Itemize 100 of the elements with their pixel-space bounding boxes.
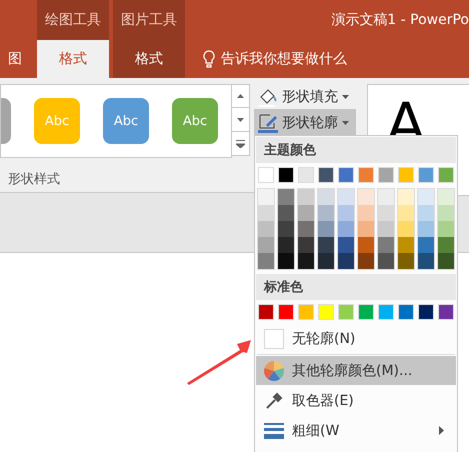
color-swatch[interactable] bbox=[338, 205, 354, 221]
caret-up-icon bbox=[237, 94, 244, 98]
color-swatch[interactable] bbox=[438, 253, 454, 269]
color-swatch[interactable] bbox=[258, 221, 274, 237]
menu-item[interactable]: 无轮廓(N) bbox=[256, 324, 456, 353]
color-swatch[interactable] bbox=[398, 253, 414, 269]
color-swatch[interactable] bbox=[358, 304, 374, 320]
window-title: 演示文稿1 - PowerPo bbox=[330, 11, 469, 29]
color-swatch[interactable] bbox=[318, 237, 334, 253]
color-swatch[interactable] bbox=[398, 189, 414, 205]
ribbon-tab[interactable]: 格式 bbox=[113, 40, 185, 78]
color-swatch[interactable] bbox=[358, 221, 374, 237]
shape-style-swatch[interactable] bbox=[1, 98, 11, 144]
color-swatch[interactable] bbox=[358, 167, 374, 183]
line-weight-icon bbox=[264, 422, 284, 438]
color-swatch[interactable] bbox=[378, 221, 394, 237]
color-swatch[interactable] bbox=[398, 205, 414, 221]
lightbulb-icon bbox=[203, 50, 215, 68]
color-swatch[interactable] bbox=[418, 167, 434, 183]
ribbon-tab[interactable]: 格式 bbox=[37, 40, 109, 78]
color-swatch[interactable] bbox=[338, 237, 354, 253]
color-wheel-icon bbox=[264, 360, 284, 380]
color-swatch[interactable] bbox=[338, 253, 354, 269]
color-swatch[interactable] bbox=[278, 253, 294, 269]
color-swatch[interactable] bbox=[298, 221, 314, 237]
color-swatch[interactable] bbox=[418, 221, 434, 237]
color-swatch[interactable] bbox=[438, 237, 454, 253]
color-swatch[interactable] bbox=[358, 237, 374, 253]
submenu-arrow-icon bbox=[439, 426, 444, 435]
color-swatch[interactable] bbox=[418, 205, 434, 221]
color-swatch[interactable] bbox=[398, 304, 414, 320]
section-header: 主题颜色 bbox=[256, 137, 456, 163]
ribbon-dropdown-button[interactable]: 形状填充 bbox=[254, 84, 356, 109]
scroll-down-button[interactable] bbox=[232, 108, 250, 132]
color-swatch[interactable] bbox=[398, 221, 414, 237]
paint-bucket-icon bbox=[258, 86, 278, 106]
color-swatch[interactable] bbox=[438, 167, 454, 183]
more-button[interactable] bbox=[232, 132, 250, 156]
color-swatch[interactable] bbox=[258, 253, 274, 269]
color-swatch[interactable] bbox=[278, 237, 294, 253]
color-swatch[interactable] bbox=[438, 189, 454, 205]
caret-down-icon bbox=[237, 118, 244, 122]
color-swatch[interactable] bbox=[358, 189, 374, 205]
color-swatch[interactable] bbox=[378, 167, 394, 183]
menu-item[interactable]: 取色器(E) bbox=[256, 386, 456, 415]
color-swatch[interactable] bbox=[378, 189, 394, 205]
color-swatch[interactable] bbox=[298, 304, 314, 320]
color-swatch[interactable] bbox=[298, 205, 314, 221]
ribbon-tab[interactable]: 图 bbox=[0, 40, 22, 78]
color-swatch[interactable] bbox=[318, 205, 334, 221]
color-swatch[interactable] bbox=[358, 205, 374, 221]
color-swatch[interactable] bbox=[338, 167, 354, 183]
color-swatch[interactable] bbox=[378, 304, 394, 320]
color-swatch[interactable] bbox=[378, 205, 394, 221]
color-swatch[interactable] bbox=[258, 189, 274, 205]
color-swatch[interactable] bbox=[258, 205, 274, 221]
color-swatch[interactable] bbox=[298, 253, 314, 269]
color-swatch[interactable] bbox=[278, 205, 294, 221]
color-swatch[interactable] bbox=[398, 167, 414, 183]
color-swatch[interactable] bbox=[318, 221, 334, 237]
eyedropper-icon bbox=[264, 390, 284, 410]
color-swatch[interactable] bbox=[258, 167, 274, 183]
menu-item[interactable]: 其他轮廓颜色(M)... bbox=[256, 356, 456, 385]
section-header: 标准色 bbox=[256, 274, 456, 300]
color-swatch[interactable] bbox=[318, 189, 334, 205]
color-swatch[interactable] bbox=[438, 304, 454, 320]
color-swatch[interactable] bbox=[278, 221, 294, 237]
color-swatch[interactable] bbox=[398, 237, 414, 253]
caret-down-icon bbox=[342, 94, 349, 98]
color-swatch[interactable] bbox=[418, 189, 434, 205]
menu-item[interactable]: 粗细(W bbox=[256, 416, 456, 445]
color-swatch[interactable] bbox=[318, 253, 334, 269]
color-swatch[interactable] bbox=[358, 253, 374, 269]
expand-icon bbox=[236, 140, 245, 148]
color-swatch[interactable] bbox=[258, 304, 274, 320]
color-swatch[interactable] bbox=[298, 167, 314, 183]
color-swatch[interactable] bbox=[418, 253, 434, 269]
color-swatch[interactable] bbox=[338, 304, 354, 320]
ribbon-dropdown-button[interactable]: 形状轮廓 bbox=[254, 109, 356, 136]
empty-box-icon bbox=[264, 328, 284, 348]
color-swatch[interactable] bbox=[318, 167, 334, 183]
color-swatch[interactable] bbox=[298, 237, 314, 253]
color-swatch[interactable] bbox=[258, 237, 274, 253]
color-swatch[interactable] bbox=[338, 221, 354, 237]
color-swatch[interactable] bbox=[438, 205, 454, 221]
pointer-arrow bbox=[185, 337, 251, 387]
color-swatch[interactable] bbox=[298, 189, 314, 205]
color-swatch[interactable] bbox=[278, 167, 294, 183]
color-swatch[interactable] bbox=[418, 304, 434, 320]
context-tab-group: 图片工具 bbox=[113, 0, 185, 40]
color-swatch[interactable] bbox=[418, 237, 434, 253]
color-swatch[interactable] bbox=[278, 304, 294, 320]
color-swatch[interactable] bbox=[378, 253, 394, 269]
scroll-up-button[interactable] bbox=[232, 84, 250, 108]
color-swatch[interactable] bbox=[278, 189, 294, 205]
color-swatch[interactable] bbox=[378, 237, 394, 253]
tell-me-field[interactable]: 告诉我你想要做什么 bbox=[221, 50, 347, 68]
color-swatch[interactable] bbox=[338, 189, 354, 205]
color-swatch[interactable] bbox=[318, 304, 334, 320]
color-swatch[interactable] bbox=[438, 221, 454, 237]
